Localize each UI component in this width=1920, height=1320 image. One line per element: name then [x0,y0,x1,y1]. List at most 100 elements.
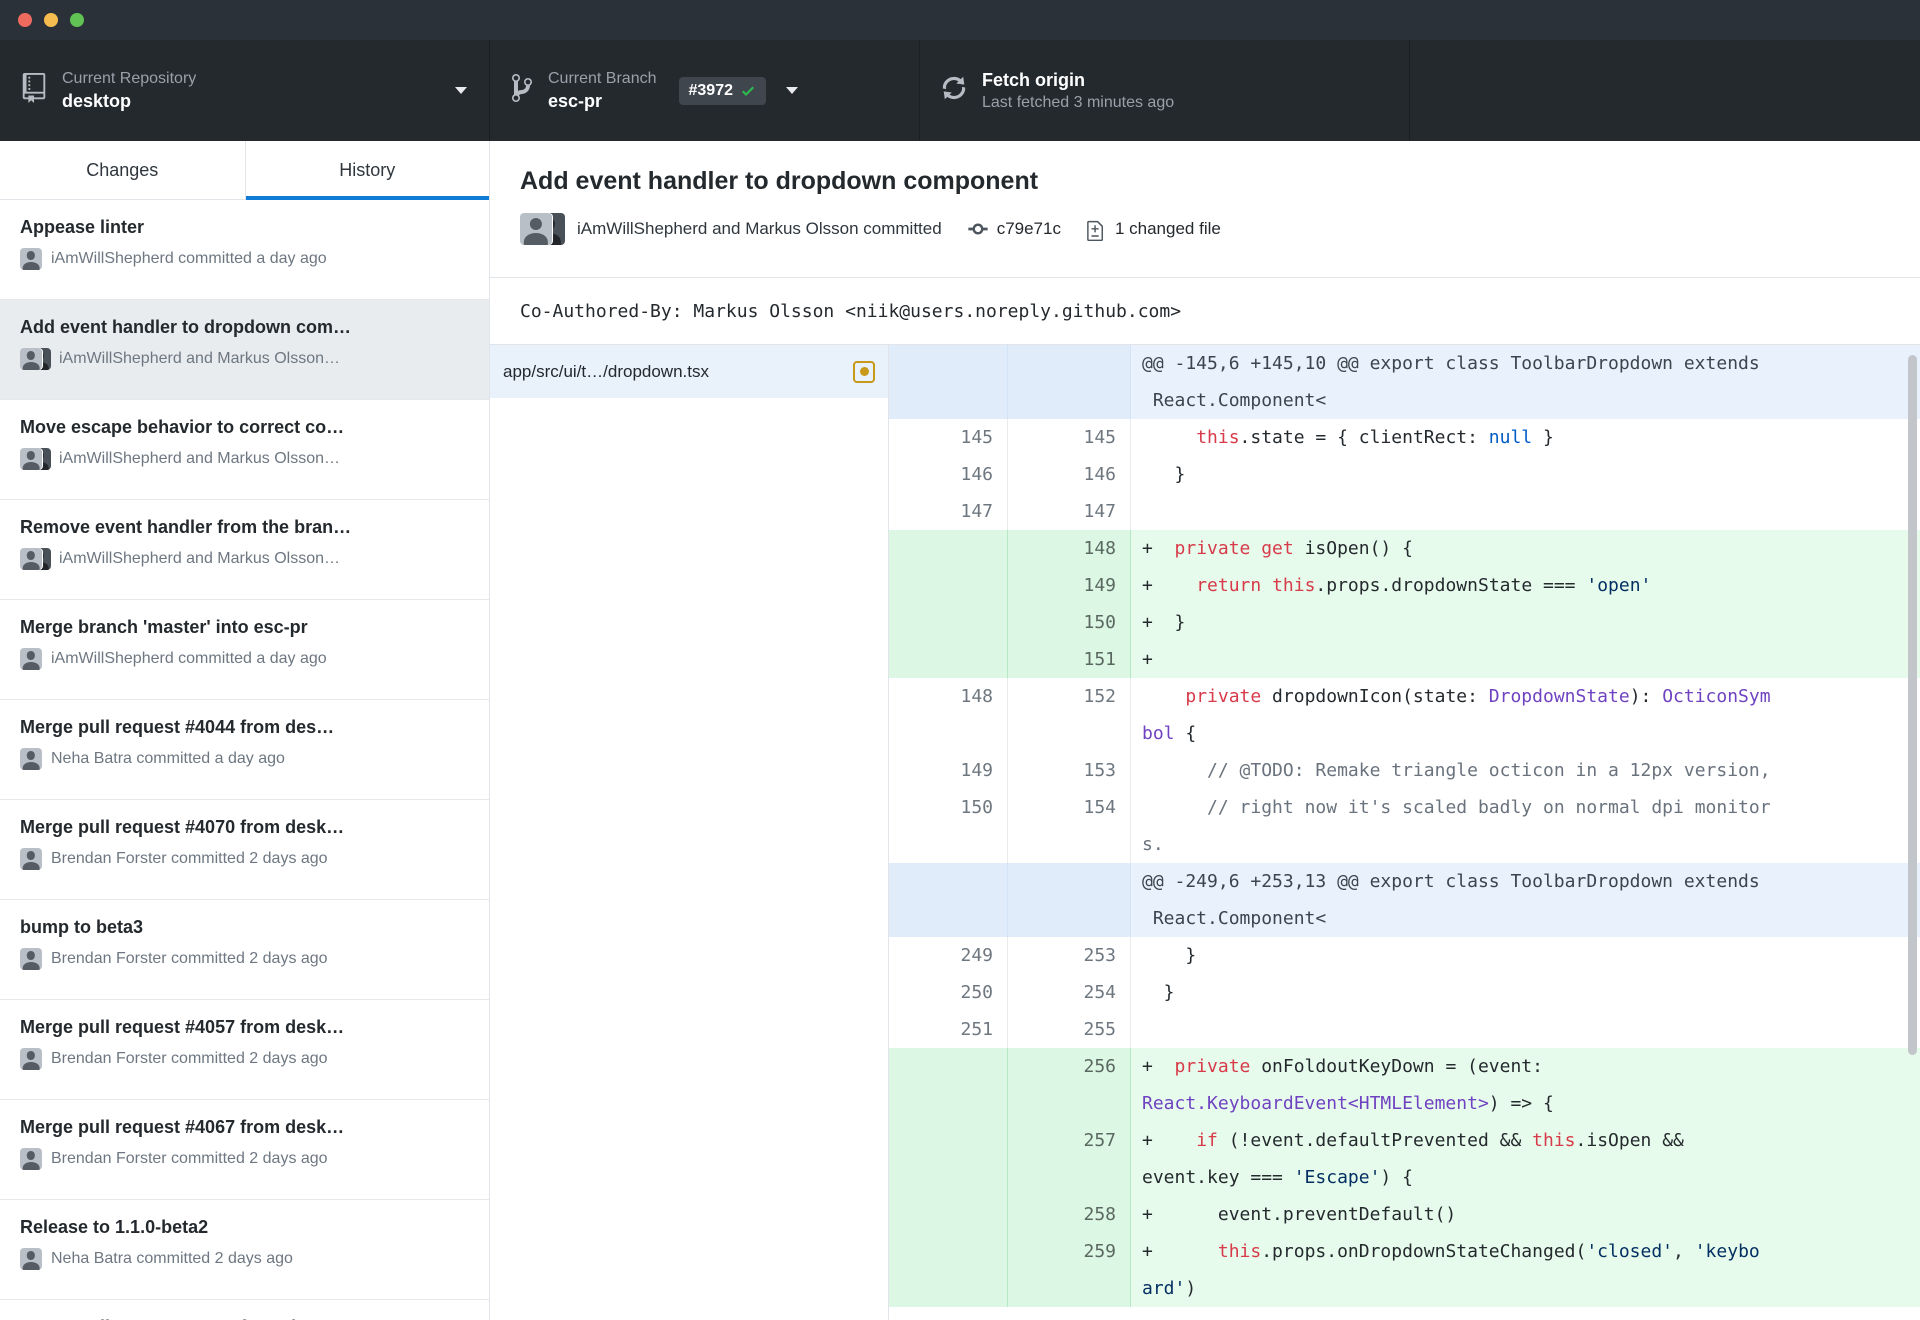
current-repository-label: Current Repository [62,70,197,87]
commit-item-byline: Brendan Forster committed 2 days ago [20,848,469,870]
old-line-number [889,604,1008,641]
changed-files-list: app/src/ui/t…/dropdown.tsx [490,345,889,1320]
commit-list-item[interactable]: bump to beta3 Brendan Forster committed 2… [0,900,489,1000]
close-window-button[interactable] [18,13,32,27]
old-line-number [889,641,1008,678]
avatar [20,848,42,870]
fetch-origin-button[interactable]: Fetch origin Last fetched 3 minutes ago [920,40,1410,141]
old-line-number: 148 [889,678,1008,752]
old-line-number [889,530,1008,567]
avatar [20,348,51,370]
commit-list-item[interactable]: Move escape behavior to correct co… iAmWi… [0,400,489,500]
zoom-window-button[interactable] [70,13,84,27]
new-line-number: 259 [1008,1233,1131,1307]
diff-scrollbar[interactable] [1908,355,1917,1055]
old-line-number [889,345,1008,419]
new-line-number: 146 [1008,456,1131,493]
commit-list-item[interactable]: Merge pull request #4052 from d… [0,1300,489,1320]
commit-item-title: Merge pull request #4052 from d… [20,1315,469,1320]
commit-list-item[interactable]: Merge pull request #4044 from des… Neha B… [0,700,489,800]
file-path: app/src/ui/t…/dropdown.tsx [503,361,709,381]
diff-line: 258 + event.preventDefault() [889,1196,1920,1233]
commit-byline: iAmWillShepherd and Markus Olsson commit… [577,219,942,238]
diff-code [1131,493,1920,530]
commit-title: Add event handler to dropdown component [520,167,1039,195]
diff-hunk-header: @@ -249,6 +253,13 @@ export class Toolba… [889,863,1920,937]
current-branch-dropdown[interactable]: Current Branch esc-pr #3972 [490,40,920,141]
old-line-number [889,1122,1008,1196]
old-line-number [889,1233,1008,1307]
minimize-window-button[interactable] [44,13,58,27]
chevron-down-icon [455,87,467,94]
diff-code: + event.preventDefault() [1142,1204,1457,1225]
diff-code: // @TODO: Remake triangle octicon in a 1… [1207,760,1771,781]
new-line-number: 147 [1008,493,1131,530]
avatar [20,1048,42,1070]
old-line-number: 251 [889,1011,1008,1048]
chevron-down-icon [786,87,798,94]
commit-list-item[interactable]: Release to 1.1.0-beta2 Neha Batra committ… [0,1200,489,1300]
fetch-origin-label: Fetch origin [982,69,1085,90]
fetch-origin-sublabel: Last fetched 3 minutes ago [982,93,1175,111]
commit-item-title: Merge branch 'master' into esc-pr [20,617,308,637]
diff-line: 150 154 // right now it's scaled badly on… [889,789,1920,863]
commit-list-item[interactable]: Merge pull request #4067 from desk… Brend… [0,1100,489,1200]
commit-list-item[interactable]: Remove event handler from the bran… iAmWi… [0,500,489,600]
diff-line: 150 + } [889,604,1920,641]
current-branch-label: Current Branch [548,70,657,87]
avatar [20,548,51,570]
commit-list-item[interactable]: Merge pull request #4070 from desk… Brend… [0,800,489,900]
commit-item-title: Release to 1.1.0-beta2 [20,1217,209,1237]
old-line-number: 149 [889,752,1008,789]
avatar [20,748,42,770]
commit-list-item[interactable]: Add event handler to dropdown com… iAmWil… [0,300,489,400]
diff-line: 250 254 } [889,974,1920,1011]
tab-history[interactable]: History [244,141,490,200]
commit-item-byline: Neha Batra committed a day ago [20,748,469,770]
old-line-number [889,863,1008,937]
diff-line: 146 146 } [889,456,1920,493]
new-line-number: 257 [1008,1122,1131,1196]
diff-code: + } [1142,612,1186,633]
commit-item-title: Merge pull request #4044 from des… [20,717,335,737]
tab-changes[interactable]: Changes [0,141,245,200]
old-line-number: 150 [889,789,1008,863]
commit-item-byline: iAmWillShepherd committed a day ago [20,648,469,670]
new-line-number: 149 [1008,567,1131,604]
check-icon [742,86,754,96]
commit-list-item[interactable]: Merge pull request #4057 from desk… Brend… [0,1000,489,1100]
sidebar-tabs: Changes History [0,141,489,200]
commit-list-item[interactable]: Merge branch 'master' into esc-pr iAmWill… [0,600,489,700]
new-line-number: 148 [1008,530,1131,567]
diff-line: 257 + if (!event.defaultPrevented && this… [889,1122,1920,1196]
avatar [20,1148,42,1170]
commit-sha: c79e71c [996,219,1061,238]
diff-code: this.state = { clientRect: null } [1196,427,1554,448]
file-list-item[interactable]: app/src/ui/t…/dropdown.tsx [490,345,888,398]
changed-file-icon [1087,220,1103,241]
commit-list-item[interactable]: Appease linter iAmWillShepherd committed … [0,200,489,300]
diff-line: 148 152 private dropdownIcon(state: Dropd… [889,678,1920,752]
avatar [20,248,42,270]
diff-code: // right now it's scaled badly on normal… [1142,797,1771,855]
current-branch-value: esc-pr [548,91,603,111]
commit-item-byline: iAmWillShepherd and Markus Olsson… [20,548,469,570]
current-repository-dropdown[interactable]: Current Repository desktop [0,40,490,141]
diff-code: + private get isOpen() { [1142,538,1413,559]
commit-item-title: Merge pull request #4070 from desk… [20,817,345,837]
diff-code: + return this.props.dropdownState === 'o… [1142,575,1652,596]
toolbar: Current Repository desktop Current Branc… [0,40,1920,141]
diff-code: + if (!event.defaultPrevented && this.is… [1142,1130,1684,1188]
sidebar: Changes History Appease linter iAmWillShe… [0,141,490,1320]
pr-status-badge[interactable]: #3972 [678,76,766,105]
diff-viewer: @@ -145,6 +145,10 @@ export class Toolba… [889,345,1920,1320]
new-line-number: 253 [1008,937,1131,974]
commit-item-byline: iAmWillShepherd and Markus Olsson… [20,448,469,470]
diff-line: 145 145 this.state = { clientRect: null } [889,419,1920,456]
window-titlebar [0,0,1920,40]
commit-item-title: Move escape behavior to correct co… [20,417,345,437]
diff-code: } [1142,464,1186,485]
new-line-number: 254 [1008,974,1131,1011]
commit-item-title: Merge pull request #4057 from desk… [20,1017,345,1037]
pr-number: #3972 [688,81,734,99]
